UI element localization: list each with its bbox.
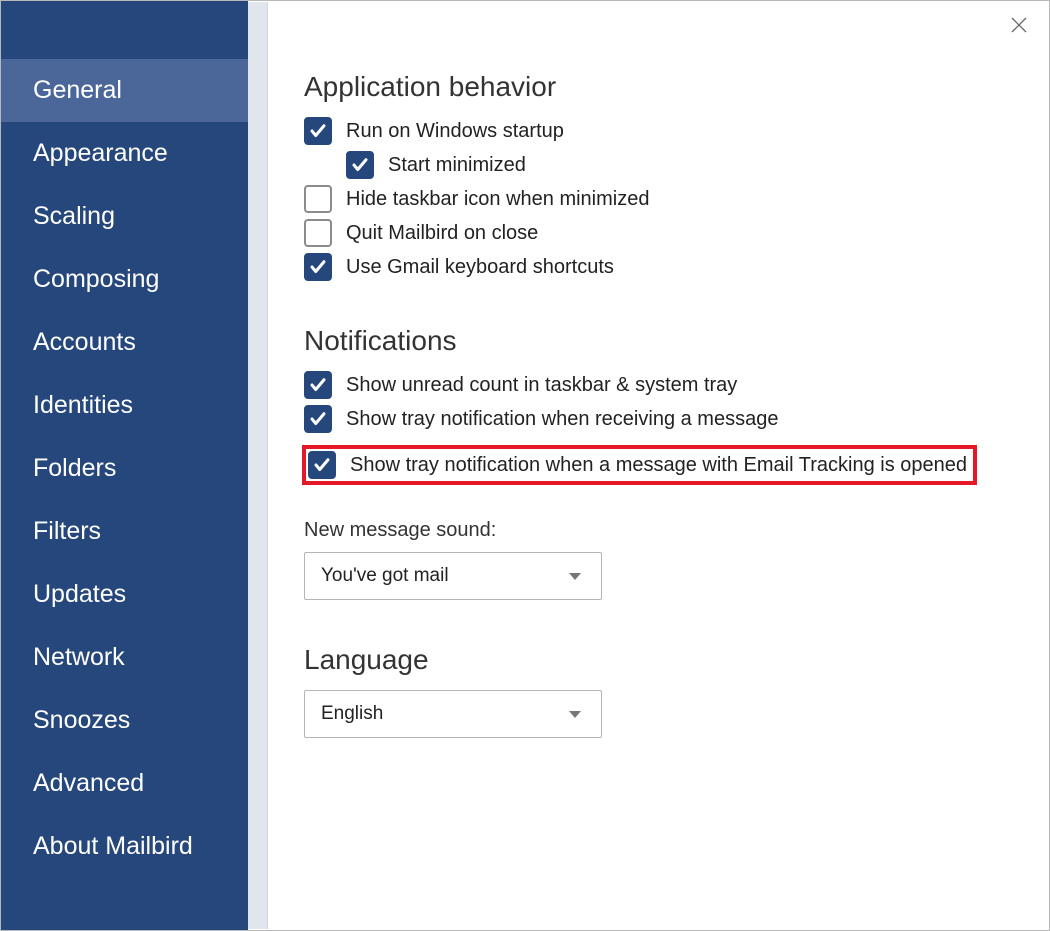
- option-label: Show unread count in taskbar & system tr…: [346, 374, 737, 397]
- sidebar-item-label: General: [33, 76, 122, 105]
- sidebar-item-label: Scaling: [33, 202, 115, 231]
- sidebar-item-identities[interactable]: Identities: [1, 374, 248, 437]
- option-quit-on-close: Quit Mailbird on close: [304, 219, 1009, 247]
- sidebar-item-label: Network: [33, 643, 125, 672]
- new-message-sound-select[interactable]: You've got mail: [304, 552, 602, 600]
- language-select[interactable]: English: [304, 690, 602, 738]
- sidebar-item-label: Snoozes: [33, 706, 130, 735]
- sidebar-item-network[interactable]: Network: [1, 626, 248, 689]
- option-hide-taskbar-icon: Hide taskbar icon when minimized: [304, 185, 1009, 213]
- option-label: Show tray notification when a message wi…: [350, 454, 967, 477]
- sidebar-item-composing[interactable]: Composing: [1, 248, 248, 311]
- new-message-sound-label: New message sound:: [304, 519, 1009, 542]
- close-icon: [1011, 17, 1027, 38]
- checkbox-start-minimized[interactable]: [346, 151, 374, 179]
- sidebar-item-label: Folders: [33, 454, 116, 483]
- sidebar-item-snoozes[interactable]: Snoozes: [1, 689, 248, 752]
- checkbox-tray-on-tracking-open[interactable]: [308, 451, 336, 479]
- option-tray-on-tracking-open: Show tray notification when a message wi…: [302, 445, 977, 485]
- option-label: Run on Windows startup: [346, 120, 564, 143]
- section-title: Language: [304, 644, 1009, 676]
- checkbox-hide-taskbar-icon[interactable]: [304, 185, 332, 213]
- option-label: Quit Mailbird on close: [346, 222, 538, 245]
- sidebar-item-label: Filters: [33, 517, 101, 546]
- settings-sidebar: General Appearance Scaling Composing Acc…: [1, 1, 248, 930]
- select-value: You've got mail: [321, 565, 449, 587]
- sidebar-item-label: Composing: [33, 265, 159, 294]
- sidebar-item-filters[interactable]: Filters: [1, 500, 248, 563]
- checkbox-quit-on-close[interactable]: [304, 219, 332, 247]
- sidebar-item-appearance[interactable]: Appearance: [1, 122, 248, 185]
- sidebar-item-about[interactable]: About Mailbird: [1, 815, 248, 878]
- close-button[interactable]: [1005, 13, 1033, 41]
- sidebar-item-advanced[interactable]: Advanced: [1, 752, 248, 815]
- sidebar-item-label: Accounts: [33, 328, 136, 357]
- section-application-behavior: Application behavior Run on Windows star…: [304, 71, 1009, 281]
- chevron-down-icon: [569, 711, 581, 718]
- section-title: Application behavior: [304, 71, 1009, 103]
- option-label: Show tray notification when receiving a …: [346, 408, 778, 431]
- settings-window: General Appearance Scaling Composing Acc…: [0, 0, 1050, 931]
- checkbox-tray-on-receive[interactable]: [304, 405, 332, 433]
- checkbox-run-on-startup[interactable]: [304, 117, 332, 145]
- option-label: Use Gmail keyboard shortcuts: [346, 256, 614, 279]
- sidebar-item-folders[interactable]: Folders: [1, 437, 248, 500]
- select-value: English: [321, 703, 383, 725]
- section-notifications: Notifications Show unread count in taskb…: [304, 325, 1009, 600]
- sidebar-item-label: Appearance: [33, 139, 168, 168]
- option-start-minimized: Start minimized: [346, 151, 1009, 179]
- option-gmail-shortcuts: Use Gmail keyboard shortcuts: [304, 253, 1009, 281]
- sidebar-item-label: Identities: [33, 391, 133, 420]
- section-language: Language English: [304, 644, 1009, 738]
- sidebar-divider: [248, 2, 268, 929]
- sidebar-item-label: Updates: [33, 580, 126, 609]
- checkbox-gmail-shortcuts[interactable]: [304, 253, 332, 281]
- chevron-down-icon: [569, 573, 581, 580]
- option-label: Hide taskbar icon when minimized: [346, 188, 649, 211]
- option-tray-on-receive: Show tray notification when receiving a …: [304, 405, 1009, 433]
- section-title: Notifications: [304, 325, 1009, 357]
- sidebar-item-updates[interactable]: Updates: [1, 563, 248, 626]
- option-label: Start minimized: [388, 154, 526, 177]
- option-run-on-startup: Run on Windows startup: [304, 117, 1009, 145]
- sidebar-item-label: Advanced: [33, 769, 144, 798]
- checkbox-unread-count[interactable]: [304, 371, 332, 399]
- sidebar-item-label: About Mailbird: [33, 832, 193, 861]
- sidebar-item-scaling[interactable]: Scaling: [1, 185, 248, 248]
- sidebar-item-accounts[interactable]: Accounts: [1, 311, 248, 374]
- settings-content: Application behavior Run on Windows star…: [268, 1, 1049, 930]
- option-unread-count: Show unread count in taskbar & system tr…: [304, 371, 1009, 399]
- sidebar-item-general[interactable]: General: [1, 59, 248, 122]
